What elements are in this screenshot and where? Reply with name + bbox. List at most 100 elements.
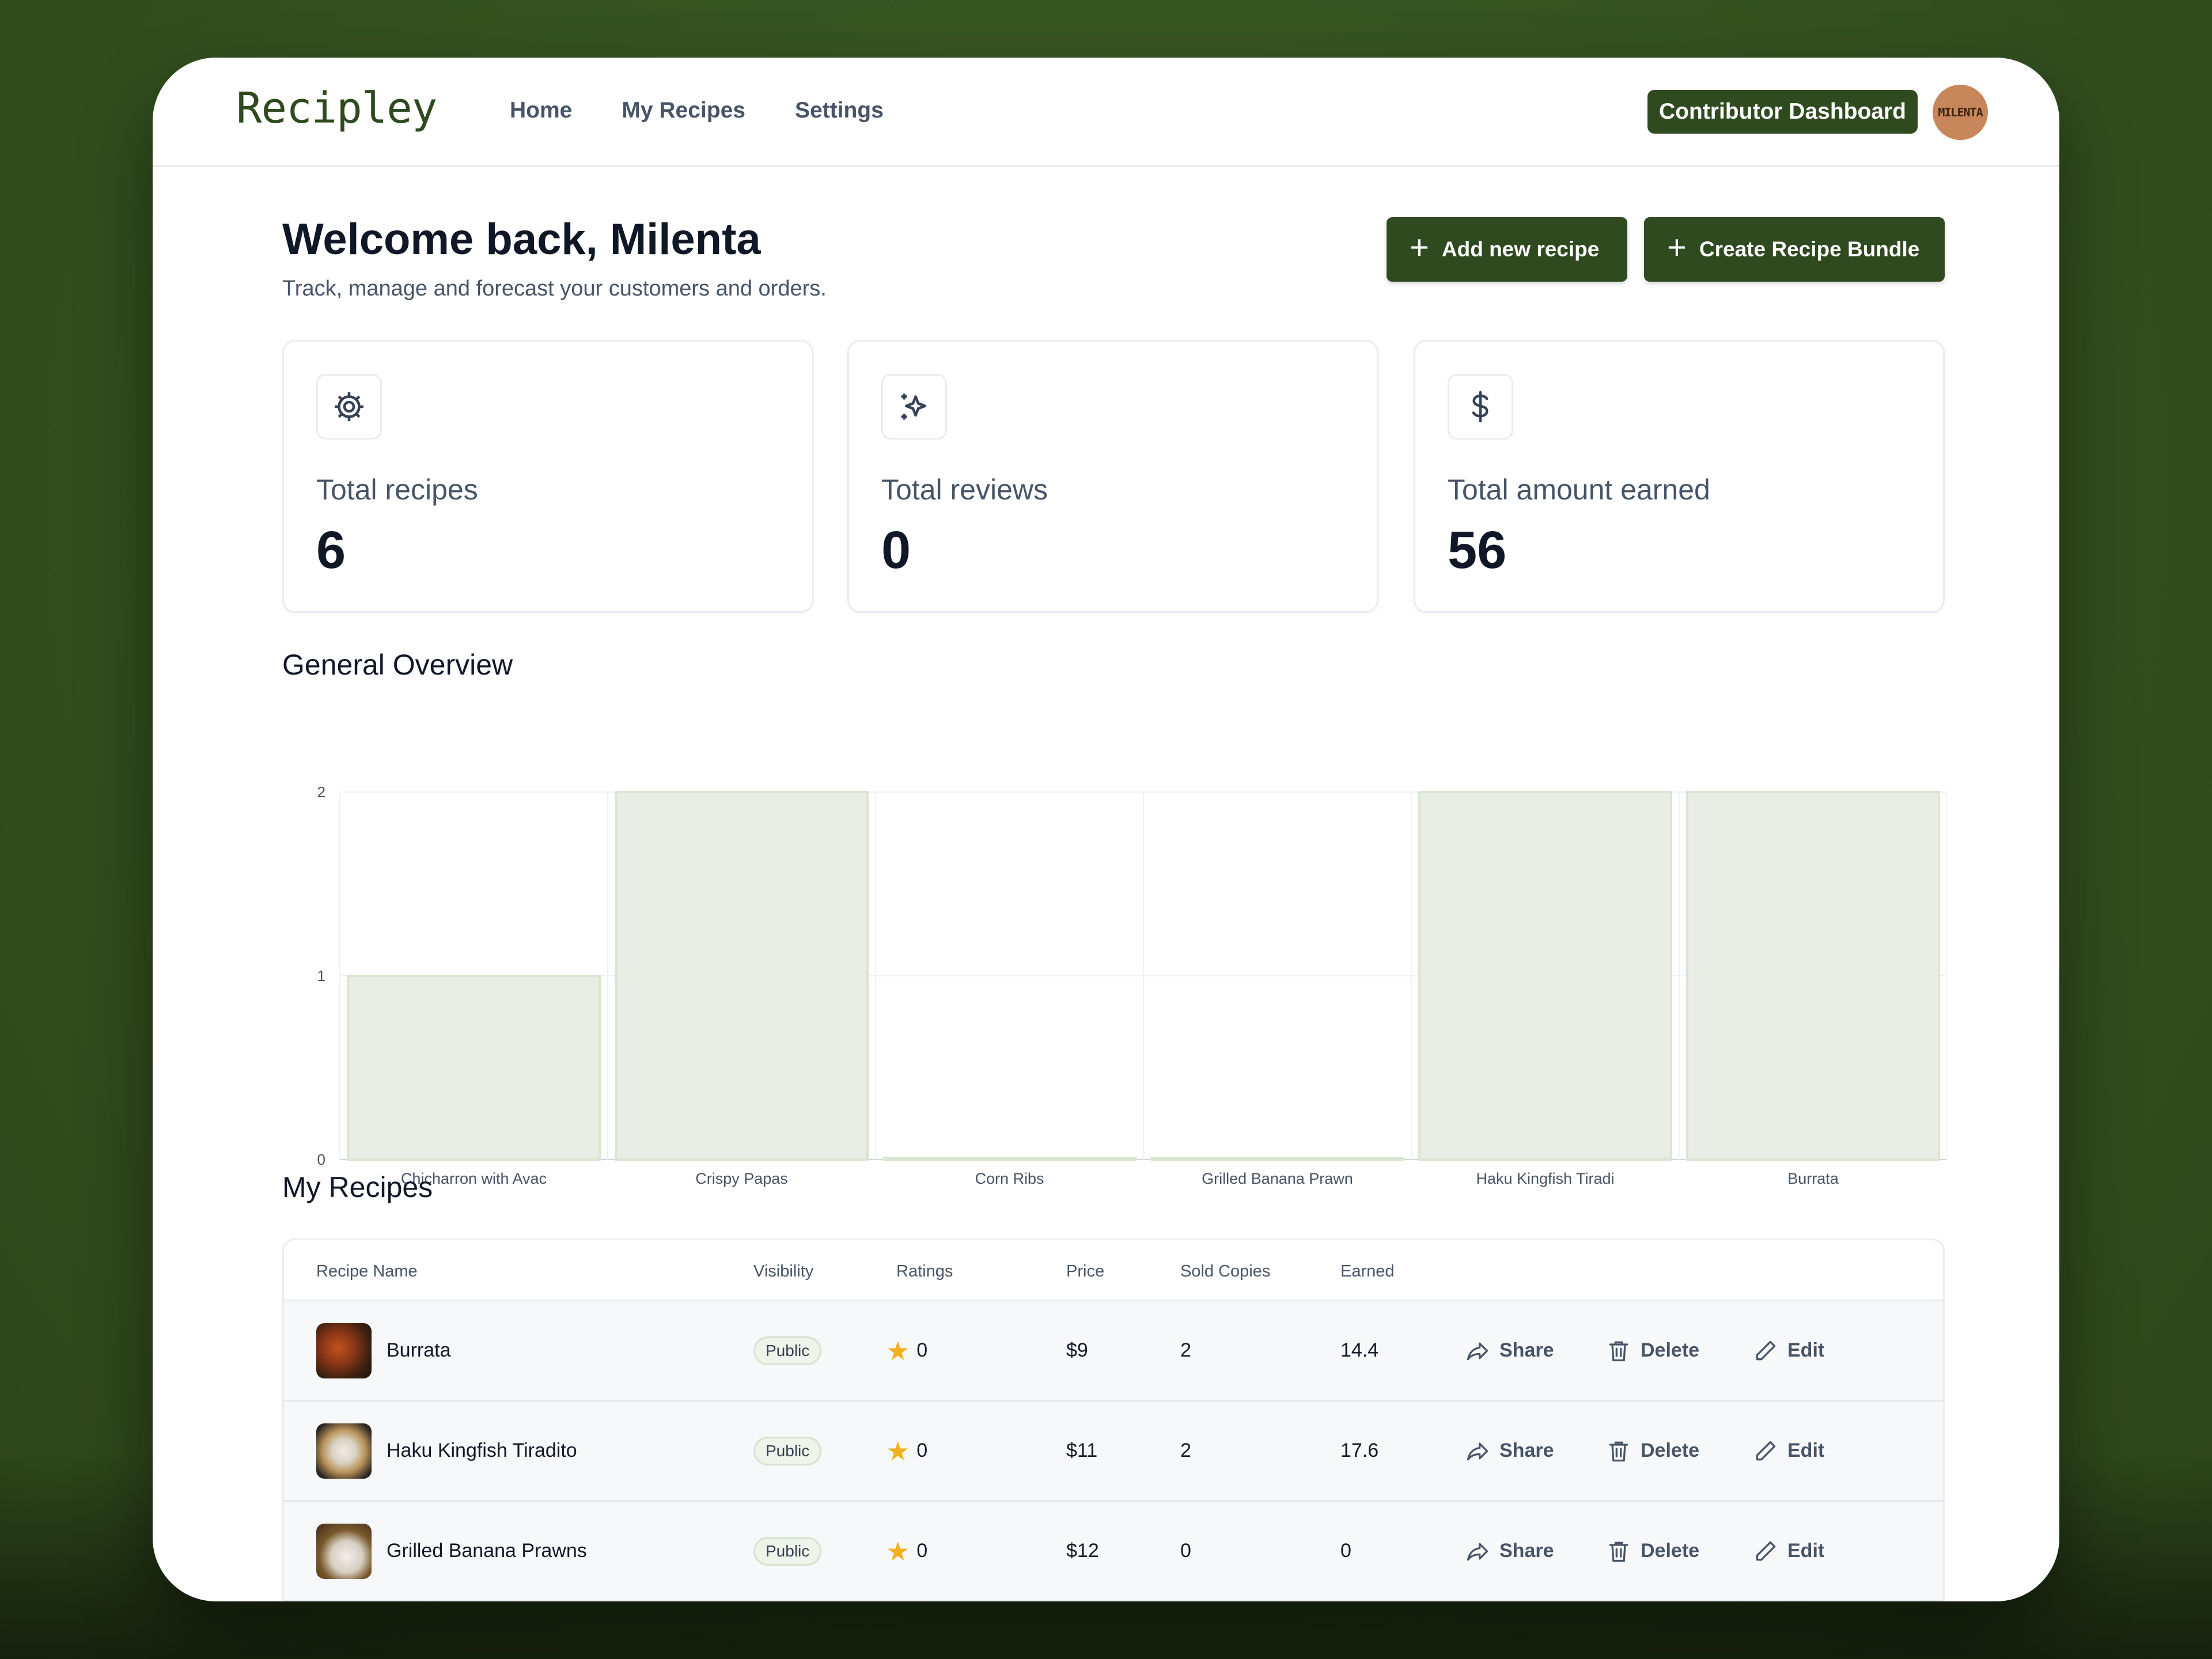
share-icon [1465,1438,1490,1464]
stat-label: Total reviews [881,474,1048,506]
recipe-name-cell: Burrata [316,1301,451,1400]
plus-icon: + [1410,229,1429,266]
trash-icon [1606,1338,1631,1363]
share-button[interactable]: Share [1465,1502,1554,1600]
general-overview-title: General Overview [282,649,513,681]
x-tick-label: Crispy Papas [695,1170,788,1187]
pencil-icon [1753,1438,1778,1464]
star-icon: ★ [886,1536,910,1566]
avatar[interactable]: MILENTA [1933,85,1988,140]
rating-value: 0 [916,1540,928,1562]
visibility-cell: Public [753,1402,822,1500]
star-icon: ★ [886,1335,910,1366]
add-recipe-button[interactable]: + Add new recipe [1387,217,1627,282]
pencil-icon [1753,1539,1778,1564]
sold-cell: 2 [1180,1339,1191,1361]
nav-home[interactable]: Home [510,98,572,123]
column-header-name: Recipe Name [316,1262,418,1281]
delete-button[interactable]: Delete [1606,1301,1699,1400]
recipe-name[interactable]: Burrata [387,1339,451,1362]
overview-bar-chart: 012Chicharron with Avac Crispy Papas Corn … [317,783,1947,1187]
delete-button[interactable]: Delete [1606,1502,1699,1600]
edit-label: Edit [1787,1540,1825,1562]
chart-bar[interactable] [347,975,601,1161]
x-tick-label: Corn Ribs [975,1170,1044,1187]
create-bundle-label: Create Recipe Bundle [1699,237,1920,261]
chart-bar[interactable] [615,791,869,1161]
y-tick-label: 2 [317,783,325,801]
share-button[interactable]: Share [1465,1402,1554,1500]
nav-settings[interactable]: Settings [795,98,884,123]
stat-label: Total amount earned [1448,474,1710,506]
price-cell: $12 [1066,1540,1099,1562]
column-header-sold: Sold Copies [1180,1262,1271,1281]
page-title: Welcome back, Milenta [282,215,761,264]
top-navbar: Recipley Home My Recipes Settings Contri… [153,58,2059,167]
rating-cell: ★ 0 [886,1301,927,1400]
star-icon: ★ [886,1435,910,1466]
delete-label: Delete [1641,1339,1700,1361]
recipe-name[interactable]: Haku Kingfish Tiradito [387,1440,577,1462]
contributor-dashboard-button[interactable]: Contributor Dashboard [1647,90,1918,134]
recipe-thumbnail[interactable] [316,1423,372,1479]
visibility-cell: Public [753,1301,822,1400]
delete-button[interactable]: Delete [1606,1402,1699,1500]
x-tick-label: Haku Kingfish Tiradi [1476,1170,1614,1187]
table-row[interactable]: Haku Kingfish Tiradito Public ★ 0 $11 2 17.6 Sh… [284,1402,1943,1502]
create-bundle-button[interactable]: + Create Recipe Bundle [1644,217,1945,282]
share-icon [1465,1338,1490,1363]
recipe-thumbnail[interactable] [316,1323,372,1378]
earned-cell: 17.6 [1340,1440,1379,1461]
rating-cell: ★ 0 [886,1502,927,1600]
x-tick-label: Burrata [1787,1170,1839,1187]
price-cell: $9 [1066,1339,1088,1361]
share-button[interactable]: Share [1465,1301,1554,1400]
stat-value: 56 [1448,521,1507,579]
app-window: Recipley Home My Recipes Settings Contri… [153,58,2059,1601]
rating-value: 0 [916,1440,928,1461]
edit-label: Edit [1787,1339,1825,1361]
add-recipe-label: Add new recipe [1441,237,1600,261]
visibility-cell: Public [753,1502,822,1600]
y-tick-label: 1 [317,967,325,984]
table-row[interactable]: Grilled Banana Prawns Public ★ 0 $12 0 0 Share D… [284,1502,1943,1601]
trash-icon [1606,1539,1631,1564]
recipe-thumbnail[interactable] [316,1523,372,1579]
earned-cell: 14.4 [1340,1339,1379,1361]
stat-value: 6 [316,521,346,579]
stat-card-total-earned: Total amount earned 56 [1414,340,1945,613]
edit-button[interactable]: Edit [1753,1301,1824,1400]
column-header-earned: Earned [1340,1262,1395,1281]
page-subtitle: Track, manage and forecast your customer… [282,276,827,301]
sparkles-icon [881,374,947,440]
edit-label: Edit [1787,1440,1825,1461]
rating-cell: ★ 0 [886,1402,927,1500]
stat-value: 0 [881,521,911,579]
chart-bar[interactable] [1686,791,1940,1161]
table-row[interactable]: Burrata Public ★ 0 $9 2 14.4 Share Delete Edit [284,1301,1943,1402]
chart-bar[interactable] [1150,1157,1404,1161]
column-header-price: Price [1066,1262,1105,1281]
earned-cell: 0 [1340,1540,1351,1562]
share-label: Share [1499,1540,1554,1562]
app-logo[interactable]: Recipley [236,84,437,133]
recipe-name-cell: Grilled Banana Prawns [316,1502,587,1600]
chart-bar[interactable] [882,1157,1137,1161]
delete-label: Delete [1641,1540,1700,1562]
share-label: Share [1499,1339,1554,1361]
nav-my-recipes[interactable]: My Recipes [622,98,745,123]
share-icon [1465,1539,1490,1564]
rating-value: 0 [916,1339,928,1361]
dollar-icon [1448,374,1513,440]
edit-button[interactable]: Edit [1753,1402,1824,1500]
column-header-visibility: Visibility [753,1262,814,1281]
table-header: Recipe Name Visibility Ratings Price Sol… [284,1240,1943,1301]
column-header-ratings: Ratings [896,1262,953,1281]
stat-label: Total recipes [316,474,478,506]
visibility-badge: Public [753,1436,822,1465]
edit-button[interactable]: Edit [1753,1502,1824,1600]
visibility-badge: Public [753,1336,822,1365]
y-tick-label: 0 [317,1151,325,1168]
recipe-name[interactable]: Grilled Banana Prawns [387,1540,587,1562]
chart-bar[interactable] [1418,791,1672,1161]
